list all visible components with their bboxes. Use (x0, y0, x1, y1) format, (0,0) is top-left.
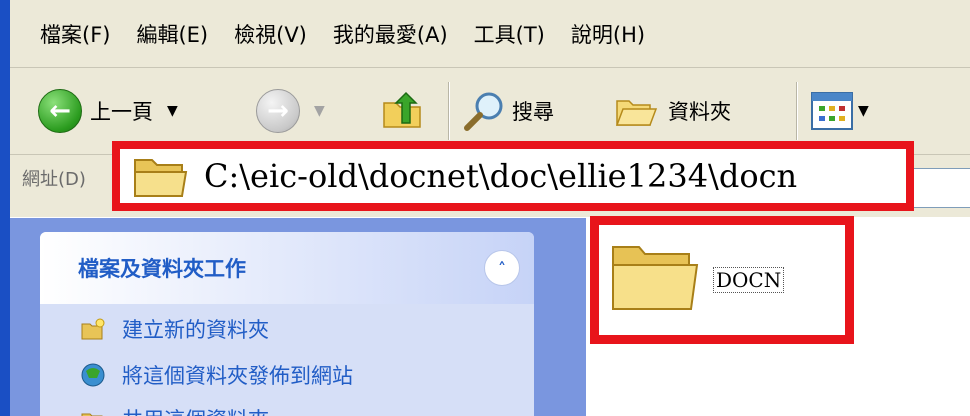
toolbar-separator (796, 82, 798, 140)
back-dropdown-icon[interactable]: ▼ (167, 103, 178, 119)
task-label: 將這個資料夾發佈到網站 (122, 364, 353, 388)
new-folder-icon (81, 318, 105, 340)
share-folder-icon (81, 413, 103, 416)
tasks-panel-title: 檔案及資料夾工作 (78, 257, 246, 281)
address-input[interactable]: C:\eic-old\docnet\doc\ellie1234\docn (112, 141, 914, 211)
menu-file[interactable]: 檔案(F) (40, 19, 110, 49)
back-arrow-icon: ← (38, 89, 82, 133)
folders-icon (615, 100, 658, 126)
folder-icon (134, 159, 188, 197)
up-folder-icon (383, 91, 421, 128)
menu-bar: 檔案(F) 編輯(E) 檢視(V) 我的最愛(A) 工具(T) 說明(H) (10, 0, 970, 68)
address-field-extension[interactable] (914, 168, 970, 208)
menu-tools[interactable]: 工具(T) (474, 19, 545, 49)
menu-favorites[interactable]: 我的最愛(A) (333, 19, 448, 49)
window-left-border (0, 0, 10, 416)
task-publish-web[interactable]: 將這個資料夾發佈到網站 (80, 360, 353, 390)
views-grid-icon (811, 92, 853, 130)
folder-item-highlight: DOCN (590, 216, 854, 344)
task-new-folder[interactable]: 建立新的資料夾 (80, 314, 269, 344)
back-label: 上一頁 (90, 100, 153, 124)
address-label: 網址(D) (22, 169, 86, 190)
forward-dropdown-icon[interactable]: ▼ (314, 103, 325, 119)
publish-web-icon (81, 363, 105, 387)
address-path: C:\eic-old\docnet\doc\ellie1234\docn (204, 157, 798, 195)
views-dropdown-icon[interactable]: ▼ (858, 103, 869, 119)
search-magnifier-icon (464, 92, 503, 131)
task-label: 建立新的資料夾 (122, 318, 269, 342)
tasks-panel-header[interactable]: 檔案及資料夾工作 ˄ (40, 232, 534, 304)
menu-view[interactable]: 檢視(V) (234, 19, 307, 49)
toolbar-separator (448, 82, 450, 140)
folder-icon[interactable] (609, 237, 701, 317)
folders-label: 資料夾 (668, 100, 731, 124)
search-label: 搜尋 (512, 100, 554, 124)
menu-help[interactable]: 說明(H) (571, 19, 645, 49)
task-label: 共用這個資料夾 (122, 404, 269, 416)
collapse-chevron-icon[interactable]: ˄ (484, 250, 520, 286)
menu-edit[interactable]: 編輯(E) (136, 19, 208, 49)
task-share-folder[interactable]: 共用這個資料夾 (80, 404, 269, 416)
folder-name[interactable]: DOCN (713, 267, 785, 293)
forward-arrow-icon: → (256, 89, 300, 133)
file-folder-tasks-panel: 檔案及資料夾工作 ˄ 建立新的資料夾 將這個資料夾發佈到網站 共用這個資料夾 (40, 232, 534, 416)
